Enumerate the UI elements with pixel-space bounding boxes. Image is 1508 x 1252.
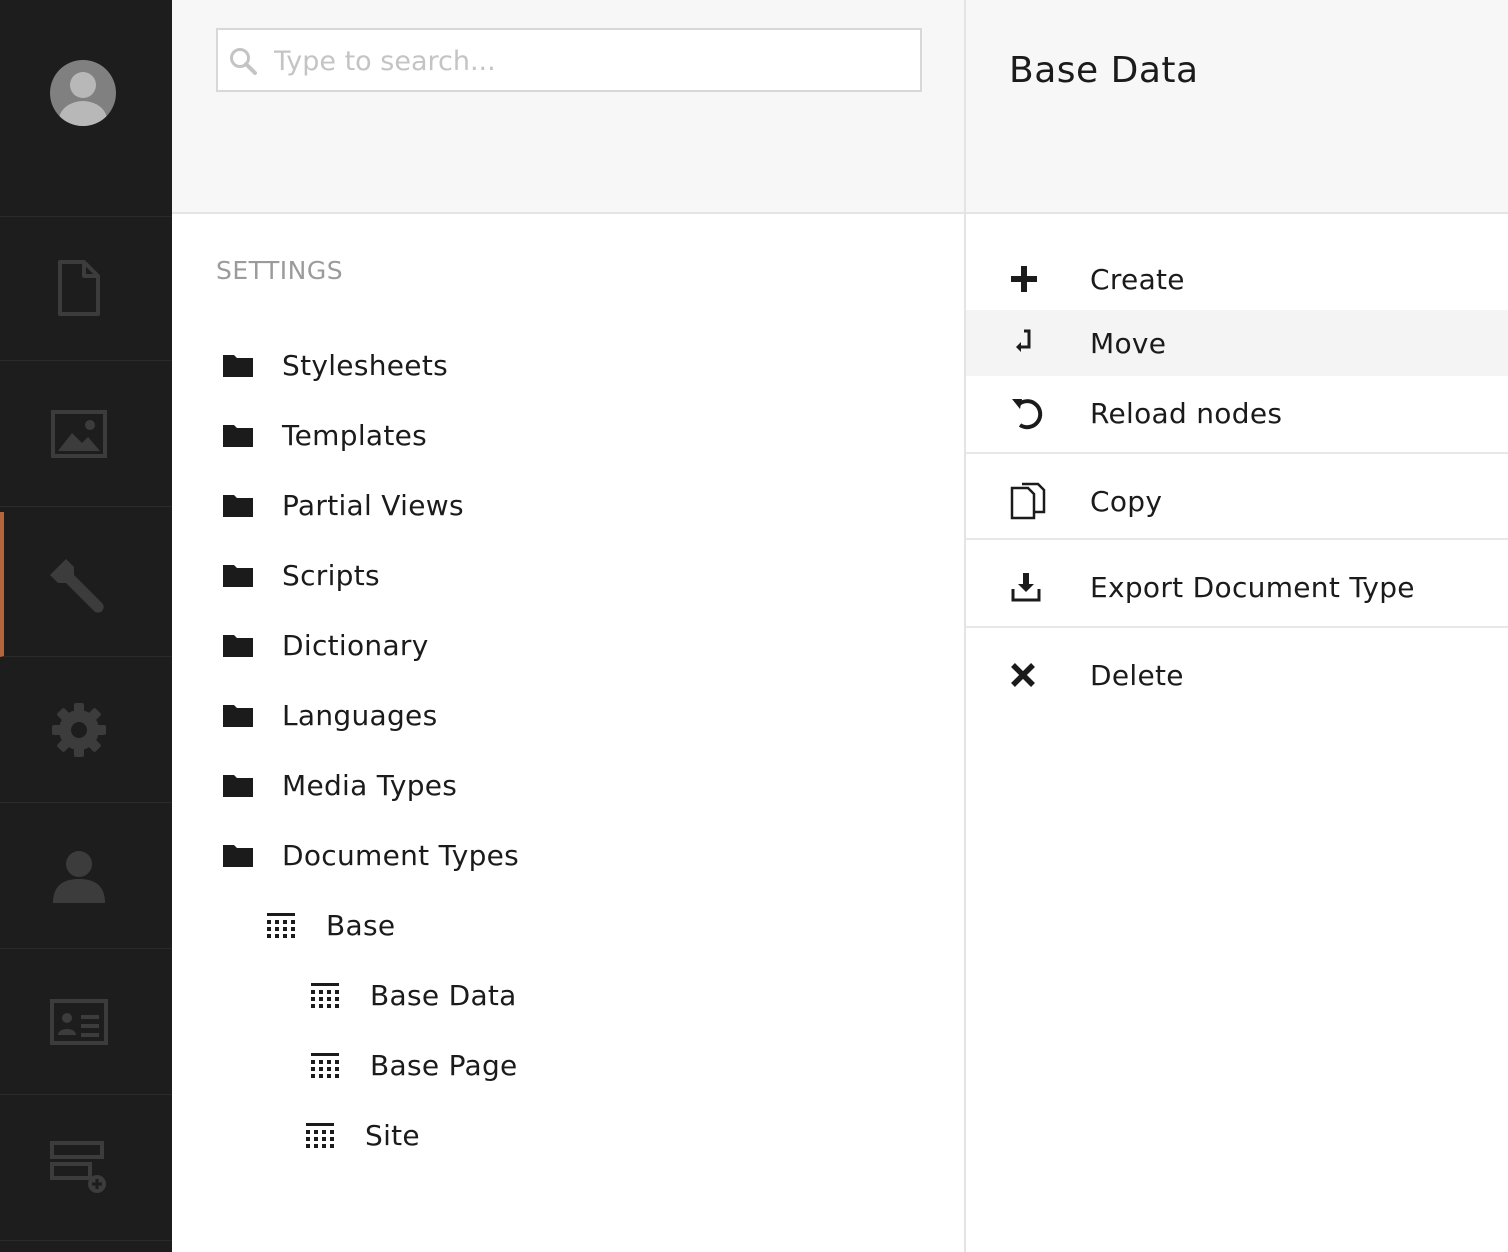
wrench-icon [50, 559, 104, 613]
user-silhouette-icon [59, 72, 107, 126]
document-icon [58, 260, 100, 316]
tree-item-label: Base Page [370, 1048, 518, 1082]
search-icon [230, 48, 257, 75]
action-label: Delete [1090, 658, 1184, 692]
folder-icon [222, 352, 282, 378]
reload-icon [966, 395, 1090, 431]
folder-icon [222, 632, 282, 658]
plus-icon [966, 265, 1090, 293]
move-icon [966, 329, 1090, 357]
tree-item-label: Stylesheets [282, 348, 448, 382]
folder-icon [222, 842, 282, 868]
action-label: Create [1090, 262, 1185, 296]
tree-item-media-types[interactable]: Media Types [222, 755, 457, 815]
tree-item-scripts[interactable]: Scripts [222, 545, 380, 605]
doc-type-icon [305, 1122, 365, 1148]
delete-icon [966, 662, 1090, 688]
user-avatar-area [0, 0, 172, 217]
form-add-icon [50, 1141, 106, 1193]
tree-item-stylesheets[interactable]: Stylesheets [222, 335, 448, 395]
doc-type-icon [266, 912, 326, 938]
action-label: Reload nodes [1090, 396, 1283, 430]
tree-header [172, 0, 964, 214]
tree-item-partial-views[interactable]: Partial Views [222, 475, 464, 535]
tree-item-languages[interactable]: Languages [222, 685, 437, 745]
tree-item-label: Document Types [282, 838, 520, 872]
action-export-document-type[interactable]: Export Document Type [966, 554, 1508, 620]
divider [966, 626, 1508, 628]
sidebar-item-content[interactable] [0, 216, 172, 361]
tree-item-base[interactable]: Base [266, 895, 395, 955]
tree-item-label: Site [365, 1118, 420, 1152]
sidebar-item-settings[interactable] [0, 512, 172, 657]
tree-item-label: Base Data [370, 978, 517, 1012]
sidebar-item-developer[interactable] [0, 658, 172, 803]
doc-type-icon [310, 1052, 370, 1078]
action-label: Move [1090, 326, 1167, 360]
tree-item-label: Dictionary [282, 628, 429, 662]
sidebar-item-forms[interactable] [0, 1096, 172, 1241]
tree-item-label: Base [326, 908, 396, 942]
action-create[interactable]: Create [966, 246, 1508, 312]
sidebar-item-users[interactable] [0, 804, 172, 949]
tree-item-label: Partial Views [282, 488, 464, 522]
tree-item-label: Scripts [282, 558, 380, 592]
user-icon [53, 851, 105, 903]
tree-item-base-page[interactable]: Base Page [310, 1035, 518, 1095]
tree-item-dictionary[interactable]: Dictionary [222, 615, 429, 675]
actions-panel: Base Data Create Move Reload nodes Copy … [966, 0, 1508, 1252]
search-input[interactable] [272, 38, 896, 84]
folder-icon [222, 562, 282, 588]
folder-icon [222, 492, 282, 518]
tree-item-document-types[interactable]: Document Types [222, 825, 519, 885]
copy-icon [966, 482, 1090, 520]
action-delete[interactable]: Delete [966, 642, 1508, 708]
tree-item-templates[interactable]: Templates [222, 405, 427, 465]
folder-icon [222, 422, 282, 448]
section-title: SETTINGS [216, 256, 344, 285]
actions-title: Base Data [1009, 50, 1199, 91]
folder-icon [222, 772, 282, 798]
sidebar-item-media[interactable] [0, 362, 172, 507]
id-card-icon [50, 999, 108, 1045]
image-icon [51, 410, 107, 458]
avatar[interactable] [50, 60, 116, 126]
action-reload-nodes[interactable]: Reload nodes [966, 380, 1508, 446]
action-copy[interactable]: Copy [966, 468, 1508, 534]
export-icon [966, 571, 1090, 603]
action-label: Copy [1090, 484, 1163, 518]
tree-item-label: Languages [282, 698, 438, 732]
tree-item-label: Media Types [282, 768, 458, 802]
search-box[interactable] [216, 28, 922, 92]
tree-item-site[interactable]: Site [305, 1105, 420, 1165]
action-move[interactable]: Move [966, 310, 1508, 376]
sidebar-item-members[interactable] [0, 950, 172, 1095]
action-label: Export Document Type [1090, 570, 1415, 604]
tree-item-label: Templates [282, 418, 428, 452]
gear-icon [52, 703, 106, 757]
folder-icon [222, 702, 282, 728]
tree-panel: SETTINGS Stylesheets Templates Partial V… [172, 0, 966, 1252]
app-sidebar [0, 0, 172, 1252]
divider [966, 452, 1508, 454]
doc-type-icon [310, 982, 370, 1008]
divider [966, 538, 1508, 540]
actions-header: Base Data [966, 0, 1508, 214]
tree-item-base-data[interactable]: Base Data [310, 965, 517, 1025]
